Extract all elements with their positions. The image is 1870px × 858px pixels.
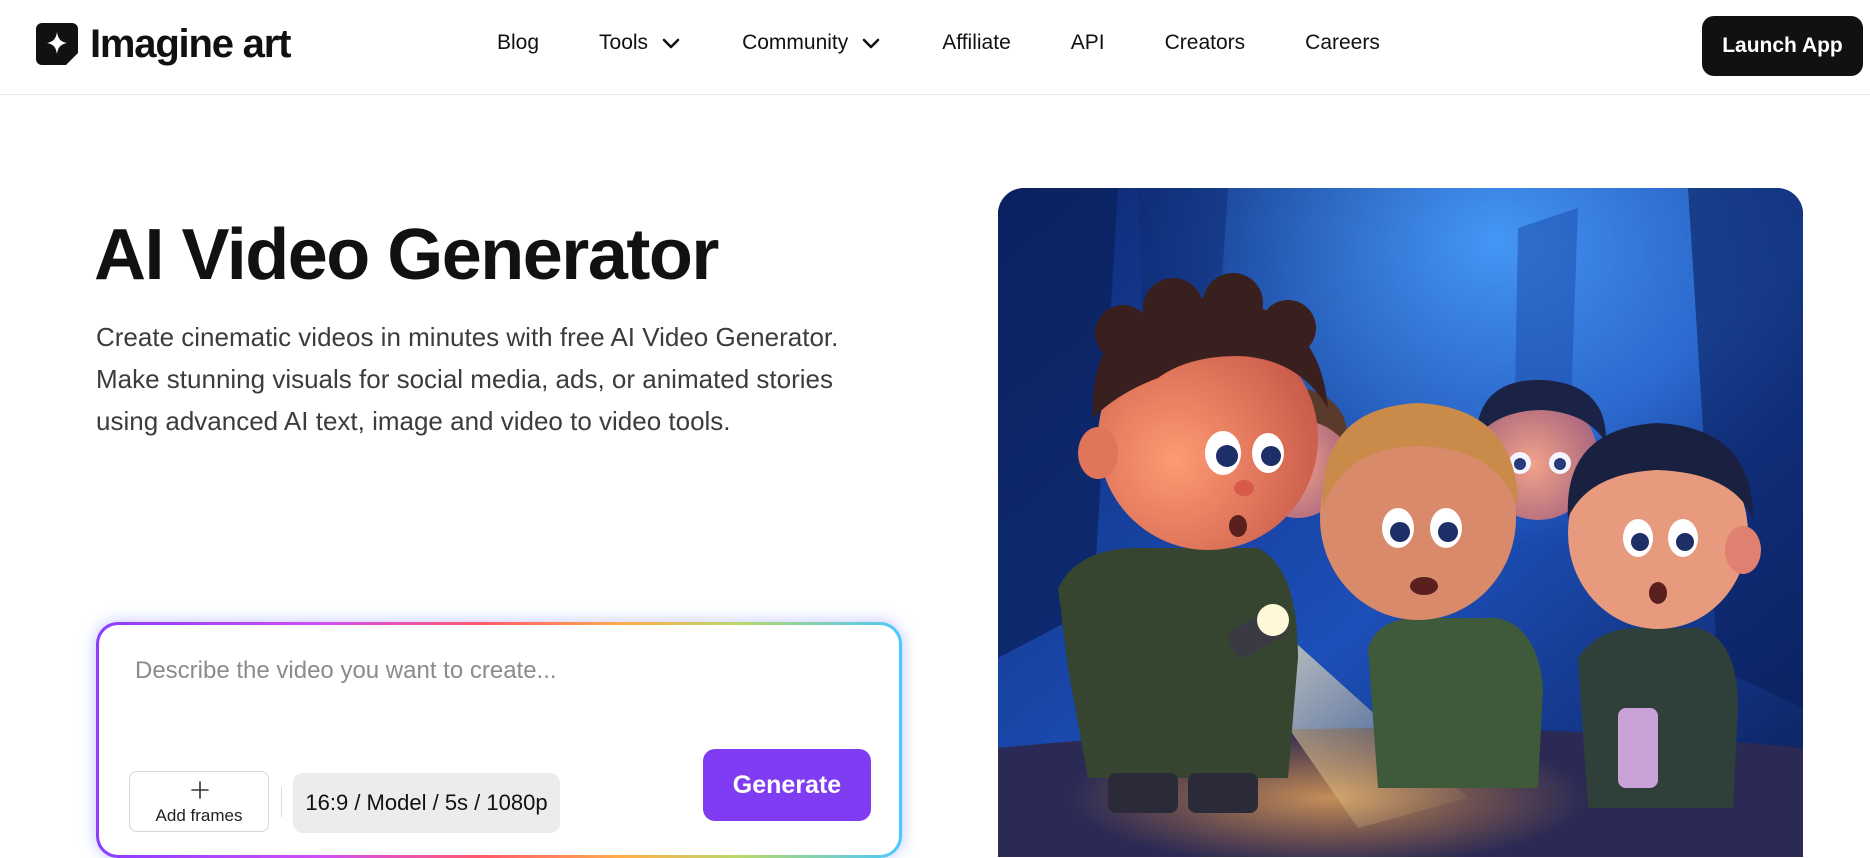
nav-item-label: Tools	[599, 31, 649, 54]
site-header: Imagine art Blog Tools Community Affilia…	[0, 0, 1870, 95]
chevron-down-icon	[862, 38, 880, 49]
divider	[281, 787, 282, 817]
nav-item-affiliate[interactable]: Affiliate	[942, 31, 1011, 55]
nav-item-label: Community	[742, 31, 849, 54]
prompt-box: Add frames 16:9 / Model / 5s / 1080p Gen…	[96, 622, 902, 858]
nav-item-label: Careers	[1305, 31, 1380, 54]
nav-item-api[interactable]: API	[1071, 31, 1105, 55]
nav-item-creators[interactable]: Creators	[1165, 31, 1246, 55]
nav-item-community[interactable]: Community	[742, 31, 882, 55]
nav-item-label: Affiliate	[942, 31, 1011, 54]
hero-illustration	[998, 188, 1803, 857]
generate-button[interactable]: Generate	[703, 749, 871, 821]
page-title: AI Video Generator	[94, 215, 719, 295]
prompt-input[interactable]	[135, 655, 855, 715]
add-frames-button[interactable]: Add frames	[129, 771, 269, 832]
brand-name: Imagine art	[90, 22, 291, 66]
launch-app-button[interactable]: Launch App	[1702, 16, 1863, 76]
hero-description: Create cinematic videos in minutes with …	[96, 322, 839, 436]
main-nav: Blog Tools Community Affiliate API Creat…	[497, 26, 1380, 60]
plus-icon	[191, 781, 209, 799]
prompt-box-inner: Add frames 16:9 / Model / 5s / 1080p Gen…	[99, 625, 899, 855]
sparkle-logo-icon	[36, 23, 78, 65]
nav-item-label: API	[1070, 31, 1105, 54]
nav-item-tools[interactable]: Tools	[599, 31, 682, 55]
nav-item-careers[interactable]: Careers	[1305, 31, 1380, 55]
brand-logo[interactable]: Imagine art	[36, 22, 291, 66]
nav-item-blog[interactable]: Blog	[497, 31, 539, 55]
add-frames-label: Add frames	[155, 806, 243, 825]
nav-item-label: Blog	[497, 31, 540, 54]
nav-item-label: Creators	[1164, 31, 1246, 54]
chevron-down-icon	[662, 38, 680, 49]
video-settings-chip[interactable]: 16:9 / Model / 5s / 1080p	[293, 773, 560, 833]
hero-image	[998, 188, 1803, 857]
